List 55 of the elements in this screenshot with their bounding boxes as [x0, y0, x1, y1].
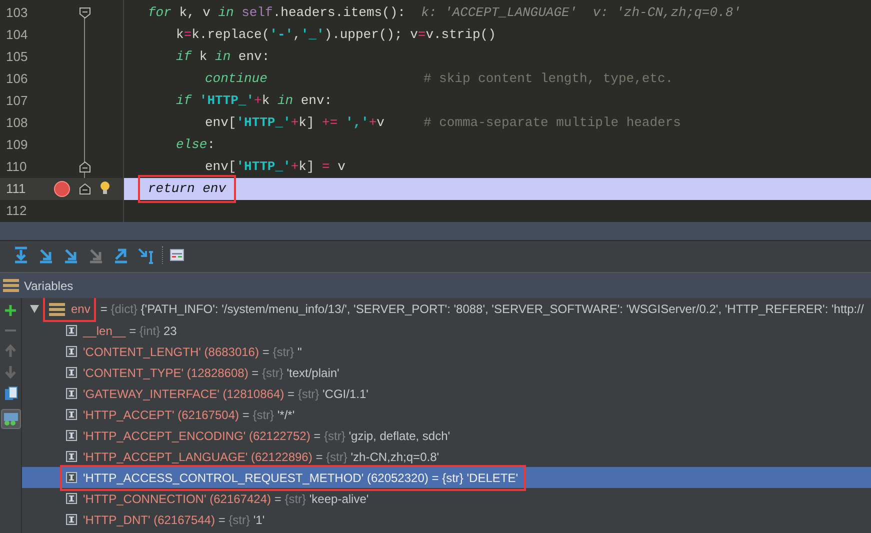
line-number: 111 [0, 178, 46, 200]
variable-entry[interactable]: 'HTTP_DNT' (62167544) = {str} '1' [83, 510, 265, 528]
field-icon [66, 325, 77, 336]
expand-caret-icon[interactable] [30, 305, 39, 313]
code-text: if 'HTTP_'+k in env: [176, 92, 332, 110]
run-to-cursor-icon[interactable] [137, 246, 155, 264]
line-number: 103 [5, 4, 29, 22]
step-over-icon[interactable] [12, 246, 30, 264]
variable-entry[interactable]: 'GATEWAY_INTERFACE' (12810864) = {str} 'CGI/1.1' [83, 384, 368, 402]
field-icon [66, 451, 77, 462]
line-number: 105 [5, 48, 29, 66]
variable-entry[interactable]: __len__ = {int} 23 [83, 322, 177, 340]
add-icon[interactable] [4, 304, 17, 317]
code-text: return env [140, 177, 234, 201]
line-number: 106 [5, 70, 29, 88]
lightbulb-icon[interactable] [100, 181, 110, 195]
code-text: for k, v in self.headers.items(): k: 'ACCEPT_LANGUAGE' v: 'zh-CN,zh;q=0.8' [148, 4, 741, 22]
field-icon [66, 472, 77, 483]
field-icon [66, 409, 77, 420]
variable-entry[interactable]: 'HTTP_ACCEPT_ENCODING' (62122752) = {str} 'gzip, deflate, sdch' [83, 426, 450, 444]
code-text: env['HTTP_'+k] = v [205, 158, 346, 176]
fold-marker-icon[interactable] [79, 161, 91, 173]
variable-icon [49, 302, 65, 316]
line-number: 108 [5, 114, 29, 132]
variable-entry[interactable]: 'HTTP_ACCEPT' (62167504) = {str} '*/*' [83, 406, 295, 424]
line-number: 110 [5, 158, 28, 176]
variable-entry[interactable]: 'HTTP_ACCESS_CONTROL_REQUEST_METHOD' (62052320) = {str} 'DELETE' [83, 468, 518, 486]
fold-marker-icon[interactable] [79, 7, 91, 19]
watches-toggle-icon[interactable] [0, 409, 20, 429]
field-icon [66, 367, 77, 378]
variable-entry[interactable]: 'HTTP_CONNECTION' (62167424) = {str} 'keep-alive' [83, 490, 369, 508]
line-number: 107 [5, 92, 29, 110]
field-icon [66, 388, 77, 399]
selected-row[interactable]: 'HTTP_ACCESS_CONTROL_REQUEST_METHOD' (62052320) = {str} 'DELETE' [22, 467, 871, 488]
copy-icon[interactable] [4, 386, 18, 402]
line-number: 104 [5, 26, 29, 44]
field-icon [66, 514, 77, 525]
variable-label: env [71, 301, 90, 318]
variable-entry[interactable]: 'HTTP_ACCEPT_LANGUAGE' (62122896) = {str} 'zh-CN,zh;q=0.8' [83, 448, 440, 466]
line-number: 109 [5, 136, 29, 154]
table-icon[interactable] [170, 248, 184, 260]
variable-entry[interactable]: 'CONTENT_LENGTH' (8683016) = {str} '' [83, 342, 302, 360]
line-number: 112 [5, 202, 28, 220]
panel-title: Variables [24, 278, 74, 294]
code-text: continue # skip content length, type,etc. [205, 70, 674, 88]
variable-value: = {dict} {'PATH_INFO': '/system/menu_info/13/', 'SERVER_PORT': '8088', 'SERVER_SOFTWARE': 'WSGIServer/0.2', 'HTTP_REFERER': 'http:// [100, 301, 864, 318]
code-text: env['HTTP_'+k] += ','+v # comma-separate multiple headers [205, 114, 681, 132]
field-icon [66, 346, 77, 357]
variables-icon [3, 279, 19, 292]
code-text: else: [176, 136, 216, 154]
field-icon [66, 493, 77, 504]
code-text: if k in env: [176, 48, 270, 66]
code-text: k=k.replace('-','_').upper(); v=v.strip() [176, 26, 496, 44]
field-icon [66, 430, 77, 441]
variable-entry[interactable]: 'CONTENT_TYPE' (12828608) = {str} 'text/plain' [83, 364, 340, 382]
